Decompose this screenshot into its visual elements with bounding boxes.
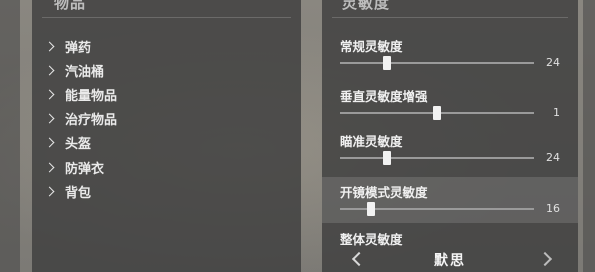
chevron-right-icon bbox=[44, 113, 55, 124]
slider-handle[interactable] bbox=[382, 56, 391, 70]
sensitivity-slider[interactable] bbox=[340, 106, 534, 120]
slider-handle[interactable] bbox=[382, 151, 391, 165]
category-helmet[interactable]: 头盔 bbox=[44, 131, 117, 155]
items-divider bbox=[42, 17, 291, 18]
setting-label: 常规灵敏度 bbox=[340, 39, 403, 54]
setting-value: 24 bbox=[546, 151, 560, 164]
item-category-list: 弹药 汽油桶 能量物品 治疗物品 头盔 防弹衣 背包 bbox=[44, 34, 118, 203]
bottom-label: 默思 bbox=[434, 253, 466, 269]
setting-label: 整体灵敏度 bbox=[340, 232, 403, 247]
items-panel: 物品 弹药 汽油桶 能量物品 治疗物品 头盔 防弹衣 背包 bbox=[32, 0, 301, 272]
chevron-right-icon bbox=[44, 89, 55, 100]
category-healing-items[interactable]: 治疗物品 bbox=[44, 107, 118, 131]
sensitivity-slider[interactable] bbox=[340, 56, 534, 70]
setting-value: 24 bbox=[546, 56, 560, 69]
chevron-right-icon bbox=[44, 186, 55, 197]
category-label: 能量物品 bbox=[65, 88, 118, 104]
sensitivity-panel-title: 灵敏度 bbox=[342, 0, 391, 12]
category-label: 弹药 bbox=[65, 40, 92, 56]
category-label: 背包 bbox=[65, 185, 92, 201]
setting-scope-sensitivity: 开镜模式灵敏度 16 bbox=[322, 177, 578, 223]
chevron-right-icon bbox=[44, 41, 55, 52]
setting-general-sensitivity: 常规灵敏度 24 bbox=[322, 31, 578, 77]
chevron-right-icon bbox=[44, 162, 55, 172]
sensitivity-panel: 灵敏度 常规灵敏度 24 垂直灵敏度增强 1 瞄准灵敏度 24 开镜模式灵敏度 … bbox=[322, 0, 578, 272]
setting-vertical-boost: 垂直灵敏度增强 1 bbox=[322, 81, 578, 127]
right-edge-panel bbox=[583, 0, 595, 272]
sensitivity-slider[interactable] bbox=[340, 202, 534, 216]
setting-value: 16 bbox=[546, 202, 560, 215]
setting-label: 开镜模式灵敏度 bbox=[340, 185, 428, 200]
setting-label: 瞄准灵敏度 bbox=[340, 134, 403, 149]
category-vest[interactable]: 防弹衣 bbox=[44, 155, 117, 179]
chevron-right-icon bbox=[44, 65, 55, 76]
category-label: 汽油桶 bbox=[65, 64, 105, 80]
setting-label: 垂直灵敏度增强 bbox=[340, 89, 428, 104]
category-energy-items[interactable]: 能量物品 bbox=[44, 82, 118, 106]
setting-value: 1 bbox=[553, 106, 560, 119]
category-label: 治疗物品 bbox=[65, 113, 118, 129]
sensitivity-slider[interactable] bbox=[340, 151, 534, 165]
bottom-nav: 默思 bbox=[322, 248, 578, 272]
left-edge-panel bbox=[0, 0, 20, 272]
items-panel-title: 物品 bbox=[54, 0, 87, 12]
category-ammo[interactable]: 弹药 bbox=[44, 34, 117, 58]
slider-handle[interactable] bbox=[367, 202, 376, 216]
category-label: 防弹衣 bbox=[65, 161, 105, 177]
chevron-right-icon bbox=[44, 137, 55, 148]
chevron-left-icon[interactable] bbox=[351, 251, 367, 267]
category-gas-can[interactable]: 汽油桶 bbox=[44, 58, 117, 82]
slider-handle[interactable] bbox=[433, 106, 441, 120]
sensitivity-divider bbox=[332, 17, 568, 18]
category-label: 头盔 bbox=[65, 137, 92, 153]
setting-aim-sensitivity: 瞄准灵敏度 24 bbox=[322, 126, 578, 172]
chevron-right-icon[interactable] bbox=[537, 251, 553, 267]
category-backpack[interactable]: 背包 bbox=[44, 179, 117, 203]
